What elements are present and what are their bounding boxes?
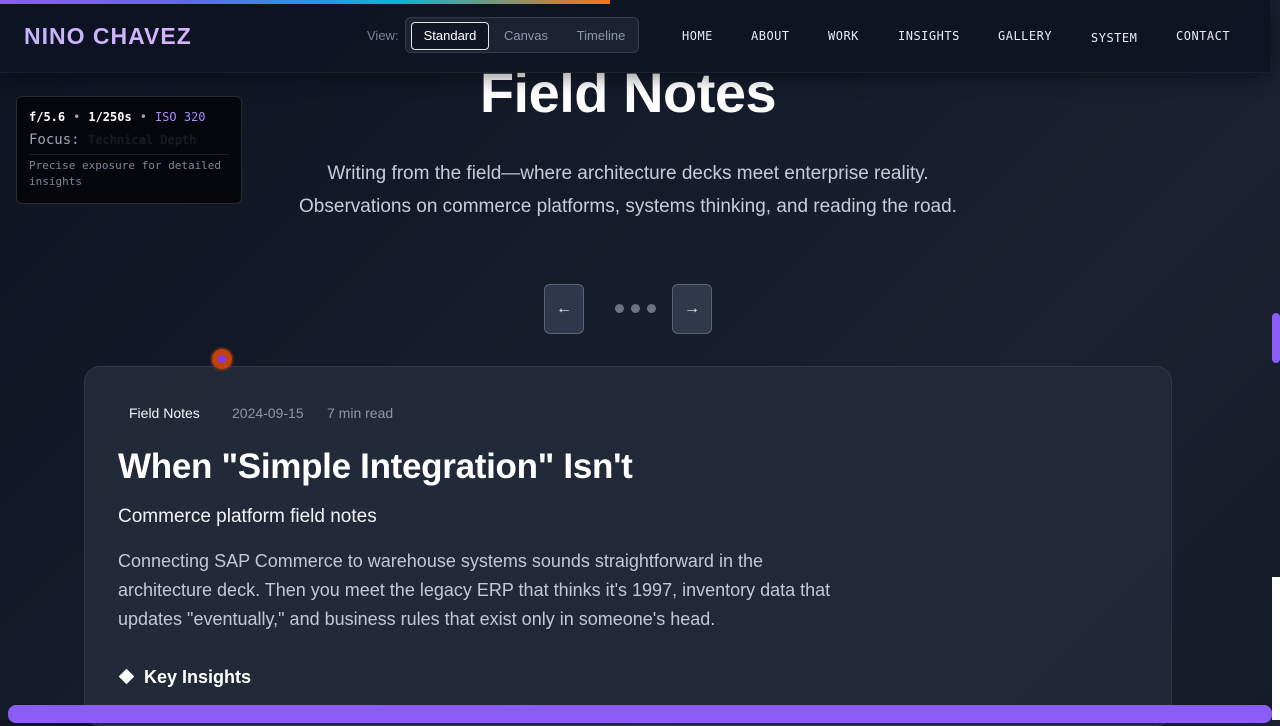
article-excerpt: Connecting SAP Commerce to warehouse sys… [118, 551, 831, 629]
view-standard-button[interactable]: Standard [411, 22, 489, 50]
iso-value: ISO 320 [154, 110, 206, 124]
aperture-value: f/5.6 [29, 110, 66, 124]
focus-label: Focus: [29, 132, 80, 148]
article-title[interactable]: When "Simple Integration" Isn't [118, 447, 633, 487]
exposure-description: Precise exposure for detailed insights [29, 159, 222, 188]
nav-gallery[interactable]: GALLERY [998, 29, 1052, 43]
focus-value: Technical Depth [88, 133, 197, 147]
nav-system[interactable]: SYSTEM [1091, 31, 1137, 45]
nav-work[interactable]: WORK [828, 29, 859, 43]
arrow-left-icon: ← [556, 300, 572, 317]
view-timeline-button[interactable]: Timeline [566, 22, 636, 50]
diamond-icon [118, 668, 135, 685]
arrow-right-icon: → [684, 300, 700, 317]
carousel-next-button[interactable]: → [672, 284, 712, 334]
carousel-dot-2[interactable] [631, 304, 640, 313]
article-date: 2024-09-15 [232, 405, 304, 421]
nav-contact[interactable]: CONTACT [1176, 29, 1230, 43]
reading-progress-bar [0, 0, 610, 4]
exposure-panel: f/5.6 • 1/250s • ISO 320 Focus: Technical De… [16, 96, 242, 204]
carousel-dot-3[interactable] [647, 304, 656, 313]
bottom-scroll-bar[interactable] [8, 705, 1272, 723]
scrollbar-track-segment [1272, 577, 1280, 720]
shutter-value: 1/250s [88, 110, 132, 124]
key-insights-heading: Key Insights [118, 667, 251, 688]
scrollbar-thumb[interactable] [1272, 313, 1280, 363]
article-subtitle: Commerce platform field notes [118, 506, 377, 527]
exposure-settings: f/5.6 • 1/250s • ISO 320 [29, 110, 206, 124]
view-switcher: Standard Canvas Timeline [405, 17, 639, 53]
nav-about[interactable]: ABOUT [751, 29, 790, 43]
nav-home[interactable]: HOME [682, 29, 713, 43]
separator-dot: • [139, 110, 147, 124]
separator-dot: • [73, 110, 81, 124]
nav-insights[interactable]: INSIGHTS [898, 29, 960, 43]
divider [29, 154, 229, 155]
site-header: NINO CHAVEZ View: Standard Canvas Timeli… [0, 0, 1270, 73]
view-canvas-button[interactable]: Canvas [498, 22, 554, 50]
article-read-time: 7 min read [327, 405, 394, 421]
cursor-indicator [212, 349, 232, 369]
view-label: View: [367, 28, 399, 43]
site-logo[interactable]: NINO CHAVEZ [24, 23, 192, 50]
article-category[interactable]: Field Notes [129, 405, 200, 421]
focus-row: Focus: Technical Depth [29, 132, 196, 148]
carousel-dot-1[interactable] [615, 304, 624, 313]
carousel-prev-button[interactable]: ← [544, 284, 584, 334]
article-card[interactable]: Field Notes 2024-09-15 7 min read When "… [84, 366, 1172, 726]
key-insights-label: Key Insights [144, 667, 252, 687]
